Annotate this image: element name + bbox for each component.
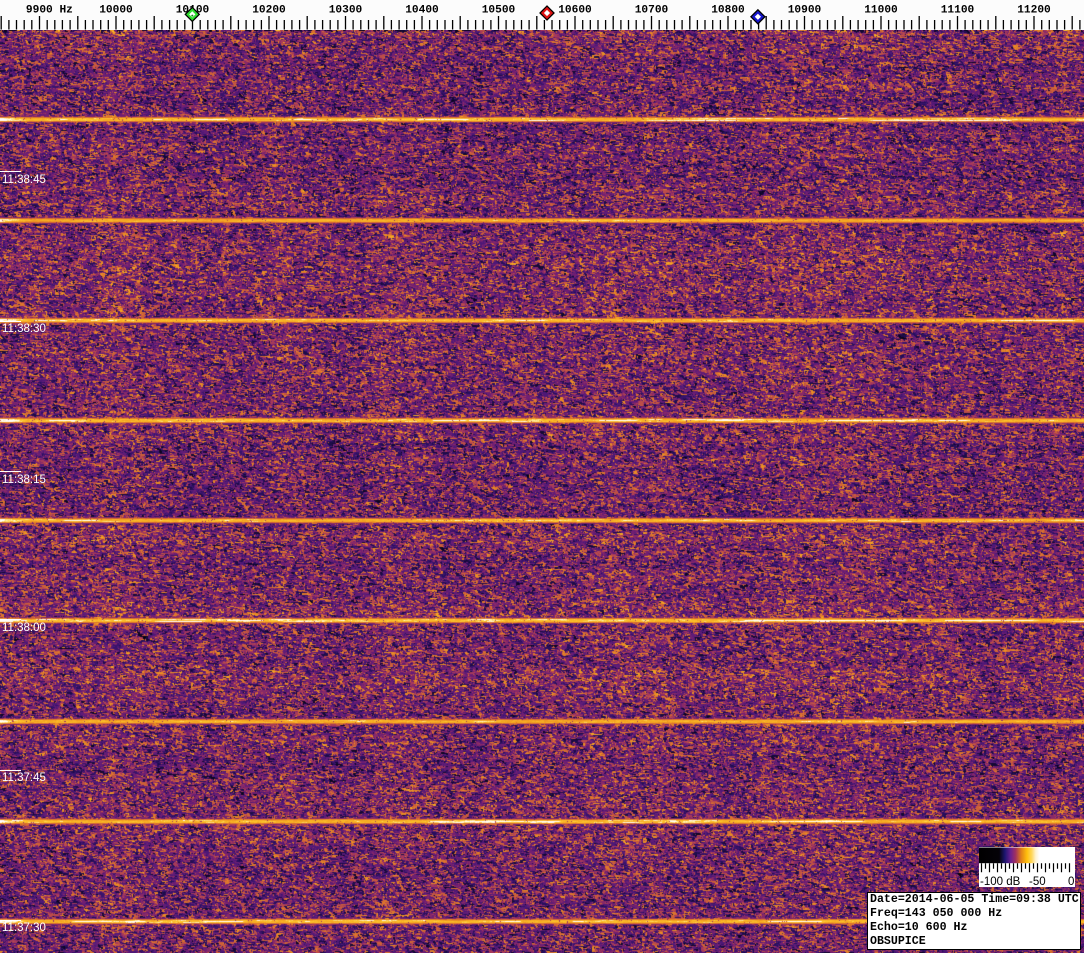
svg-text:10500: 10500 — [482, 5, 516, 17]
svg-text:-100 dB: -100 dB — [980, 876, 1021, 887]
svg-text:11000: 11000 — [864, 5, 898, 17]
svg-text:10300: 10300 — [329, 5, 363, 17]
svg-text:11200: 11200 — [1017, 5, 1051, 17]
svg-text:10800: 10800 — [711, 5, 745, 17]
svg-text:-50: -50 — [1029, 876, 1046, 887]
svg-text:10700: 10700 — [635, 5, 669, 17]
svg-text:10200: 10200 — [252, 5, 286, 17]
svg-text:0: 0 — [1068, 876, 1074, 887]
svg-text:10000: 10000 — [99, 5, 133, 17]
svg-text:10600: 10600 — [558, 5, 592, 17]
svg-text:10400: 10400 — [405, 5, 439, 17]
svg-text:11100: 11100 — [941, 5, 975, 17]
svg-text:9900 Hz: 9900 Hz — [26, 5, 73, 17]
svg-text:10900: 10900 — [788, 5, 822, 17]
